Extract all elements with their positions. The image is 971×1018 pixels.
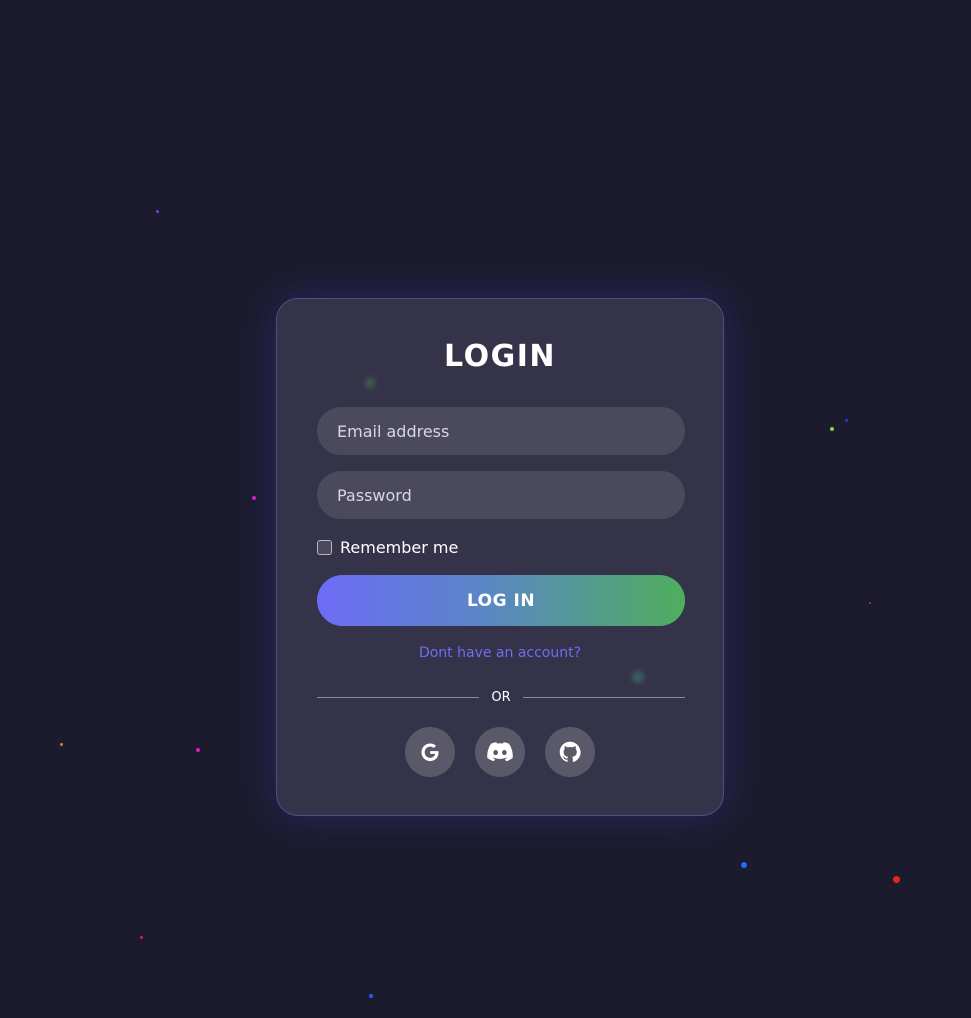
- divider-line-left: [317, 696, 480, 698]
- particle: [156, 210, 159, 213]
- divider-line-right: [522, 696, 686, 698]
- signup-link[interactable]: Dont have an account?: [277, 645, 723, 661]
- discord-icon: [487, 742, 513, 762]
- page-title: LOGIN: [444, 339, 556, 374]
- particle: [893, 876, 900, 883]
- or-divider: OR: [317, 687, 686, 707]
- particle: [196, 748, 200, 752]
- login-card: LOGIN Remember me LOG IN Dont have an ac…: [276, 298, 724, 816]
- google-icon: [421, 743, 439, 762]
- particle: [869, 602, 871, 604]
- social-login-group: [277, 727, 723, 777]
- particle: [369, 994, 373, 998]
- particle: [140, 936, 143, 939]
- page-background: LOGIN Remember me LOG IN Dont have an ac…: [0, 0, 971, 1018]
- github-icon: [559, 741, 581, 763]
- remember-me-row[interactable]: Remember me: [317, 535, 458, 559]
- particle: [60, 743, 63, 746]
- particle-glow: [632, 671, 644, 683]
- particle: [830, 427, 834, 431]
- particle-glow: [365, 378, 375, 388]
- login-button[interactable]: LOG IN: [317, 575, 685, 626]
- particle: [845, 419, 848, 422]
- remember-me-label[interactable]: Remember me: [340, 538, 458, 557]
- discord-login-button[interactable]: [475, 727, 525, 777]
- particle: [741, 862, 747, 868]
- remember-me-checkbox[interactable]: [317, 539, 332, 555]
- particle: [252, 496, 256, 500]
- divider-text: OR: [491, 689, 511, 705]
- email-input[interactable]: [317, 407, 685, 455]
- password-input[interactable]: [317, 471, 685, 519]
- github-login-button[interactable]: [545, 727, 595, 777]
- google-login-button[interactable]: [405, 727, 455, 777]
